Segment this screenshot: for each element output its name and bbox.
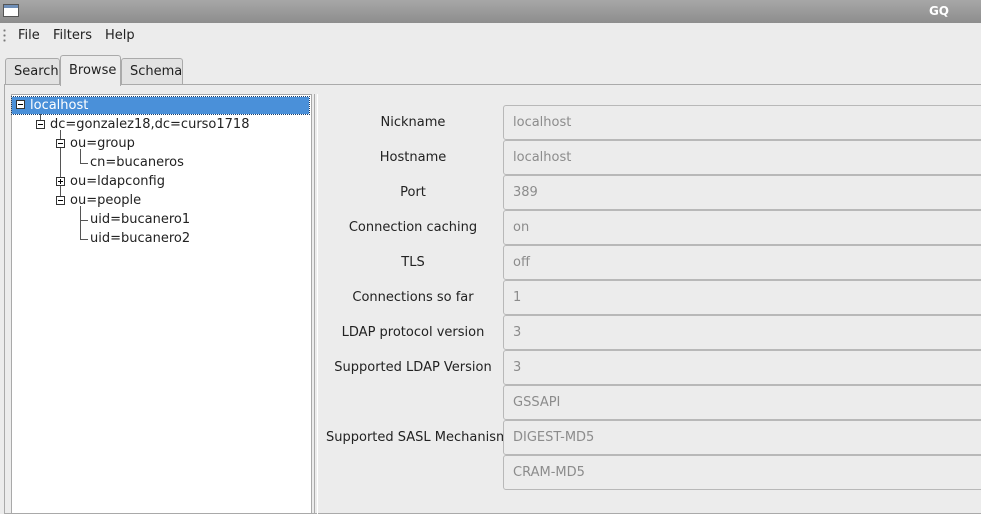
tree-node-label: uid=bucanero1 <box>90 212 191 227</box>
menu-bar: File Filters Help <box>0 23 981 49</box>
supported-ldap-version-field[interactable]: 3 <box>503 350 981 385</box>
tree-node-bucaneros[interactable]: cn=bucaneros <box>90 154 184 171</box>
pane-splitter[interactable] <box>314 94 318 514</box>
port-label: Port <box>400 185 426 200</box>
tab-browse[interactable]: Browse <box>60 55 121 86</box>
nickname-label: Nickname <box>380 115 446 130</box>
tree-node-label: ou=ldapconfig <box>70 174 165 189</box>
window-title: GQ <box>928 4 949 18</box>
tab-search[interactable]: Search <box>5 58 60 85</box>
collapse-icon[interactable] <box>36 120 45 129</box>
tree-node-bucanero1[interactable]: uid=bucanero1 <box>90 211 190 228</box>
ldap-tree[interactable]: localhost dc=gonzalez18,dc=curso1718 ou=… <box>11 94 312 514</box>
connections-so-far-label: Connections so far <box>352 290 474 305</box>
supported-ldap-version-label: Supported LDAP Version <box>334 360 492 375</box>
tree-node-label: ou=group <box>70 136 135 151</box>
sasl-mechanism-field-1[interactable]: GSSAPI <box>503 385 981 420</box>
tree-connector <box>80 220 88 221</box>
connection-caching-label: Connection caching <box>348 220 478 235</box>
tree-connector <box>80 163 88 164</box>
collapse-icon[interactable] <box>16 100 25 109</box>
tree-connector <box>80 239 88 240</box>
tree-node-localhost[interactable]: localhost <box>11 96 310 115</box>
ldap-protocol-version-field[interactable]: 3 <box>503 315 981 350</box>
tree-node-label: ou=people <box>70 193 142 208</box>
title-bar: GQ <box>0 0 981 23</box>
sasl-mechanism-field-2[interactable]: DIGEST-MD5 <box>503 420 981 455</box>
connection-caching-field[interactable]: on <box>503 210 981 245</box>
hostname-field[interactable]: localhost <box>503 140 981 175</box>
tab-schema[interactable]: Schema <box>121 58 183 85</box>
menu-filters[interactable]: Filters <box>53 28 92 43</box>
ldap-protocol-version-label: LDAP protocol version <box>341 325 485 340</box>
tls-field[interactable]: off <box>503 245 981 280</box>
tree-node-bucanero2[interactable]: uid=bucanero2 <box>90 230 190 247</box>
nickname-field[interactable]: localhost <box>503 105 981 140</box>
sasl-mechanism-field-3[interactable]: CRAM-MD5 <box>503 455 981 490</box>
hostname-label: Hostname <box>379 150 447 165</box>
tree-connector <box>80 206 81 239</box>
window-icon[interactable] <box>3 4 19 17</box>
tree-node-label: uid=bucanero2 <box>90 231 191 246</box>
tls-label: TLS <box>401 255 425 270</box>
port-field[interactable]: 389 <box>503 175 981 210</box>
expand-icon[interactable] <box>56 177 65 186</box>
connections-so-far-field[interactable]: 1 <box>503 280 981 315</box>
tab-bar: Search Browse Schema <box>0 55 981 86</box>
collapse-icon[interactable] <box>56 139 65 148</box>
menu-help[interactable]: Help <box>105 28 135 43</box>
collapse-icon[interactable] <box>56 196 65 205</box>
supported-sasl-mechanisms-label: Supported SASL Mechanisms <box>326 430 516 445</box>
menu-file[interactable]: File <box>18 28 40 43</box>
tree-node-label: localhost <box>30 98 89 113</box>
tree-node-label: cn=bucaneros <box>90 155 184 170</box>
grip-handle-icon[interactable] <box>3 28 6 44</box>
tree-node-label: dc=gonzalez18,dc=curso1718 <box>50 117 250 132</box>
